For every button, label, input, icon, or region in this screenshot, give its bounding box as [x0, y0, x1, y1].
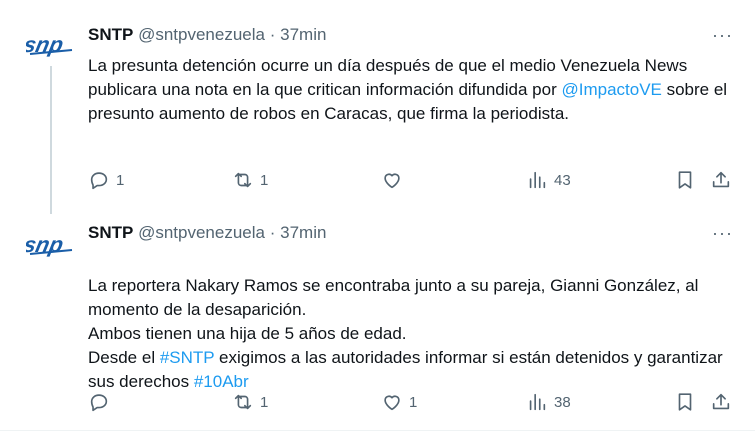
views-count: 38: [554, 393, 571, 411]
snt-logo-icon[interactable]: snp: [21, 230, 76, 260]
author-name[interactable]: SNTP: [88, 25, 133, 44]
hashtag-link[interactable]: #10Abr: [194, 372, 249, 391]
more-icon[interactable]: ···: [712, 26, 733, 44]
author-handle[interactable]: @sntpvenezuela: [138, 223, 265, 242]
tweet-header: SNTP @sntpvenezuela · 37min: [88, 24, 326, 46]
retweet-button[interactable]: 1: [232, 390, 268, 414]
retweet-count: 1: [260, 171, 269, 189]
bottom-divider: [0, 430, 755, 431]
retweet-icon: [234, 172, 252, 188]
hashtag-link[interactable]: #SNTP: [160, 348, 215, 367]
reply-icon: [90, 394, 108, 412]
reply-icon: [90, 172, 108, 190]
timestamp[interactable]: 37min: [280, 25, 326, 44]
action-bar: 1 1 43: [0, 168, 755, 192]
views-count: 43: [554, 171, 571, 189]
like-icon: [384, 173, 400, 189]
like-button[interactable]: 1: [381, 390, 417, 414]
separator-dot: ·: [269, 25, 276, 44]
views-button[interactable]: 43: [526, 168, 571, 192]
bookmark-icon: [678, 393, 692, 411]
separator-dot: ·: [269, 223, 276, 242]
share-button[interactable]: [710, 390, 732, 414]
bookmark-icon: [678, 171, 692, 189]
tweet-text: La presunta detención ocurre un día desp…: [88, 54, 738, 126]
author-handle[interactable]: @sntpvenezuela: [138, 25, 265, 44]
share-icon: [712, 393, 730, 410]
retweet-count: 1: [260, 393, 269, 411]
author-name[interactable]: SNTP: [88, 223, 133, 242]
snt-logo-icon[interactable]: snp: [21, 30, 76, 60]
views-icon: [529, 171, 546, 189]
tweet-1[interactable]: snp SNTP @sntpvenezuela · 37min ··· La p…: [0, 0, 755, 214]
timestamp[interactable]: 37min: [280, 223, 326, 242]
views-icon: [529, 393, 546, 411]
bookmark-button[interactable]: [674, 390, 696, 414]
share-button[interactable]: [710, 168, 732, 192]
like-count: 1: [409, 393, 418, 411]
retweet-icon: [234, 394, 252, 410]
like-icon: [384, 395, 400, 411]
like-button[interactable]: [381, 168, 409, 192]
action-bar: 1 1 38: [0, 390, 755, 414]
views-button[interactable]: 38: [526, 390, 571, 414]
tweet-text: La reportera Nakary Ramos se encontraba …: [88, 250, 738, 394]
reply-button[interactable]: 1: [88, 168, 124, 192]
reply-button[interactable]: [88, 390, 116, 414]
bookmark-button[interactable]: [674, 168, 696, 192]
tweet-header: SNTP @sntpvenezuela · 37min: [88, 222, 326, 244]
mention-link[interactable]: @ImpactoVE: [561, 80, 661, 99]
retweet-button[interactable]: 1: [232, 168, 268, 192]
tweet-2[interactable]: snp SNTP @sntpvenezuela · 37min ··· La r…: [0, 214, 755, 432]
more-icon[interactable]: ···: [712, 224, 733, 242]
share-icon: [712, 171, 730, 188]
reply-count: 1: [116, 171, 125, 189]
